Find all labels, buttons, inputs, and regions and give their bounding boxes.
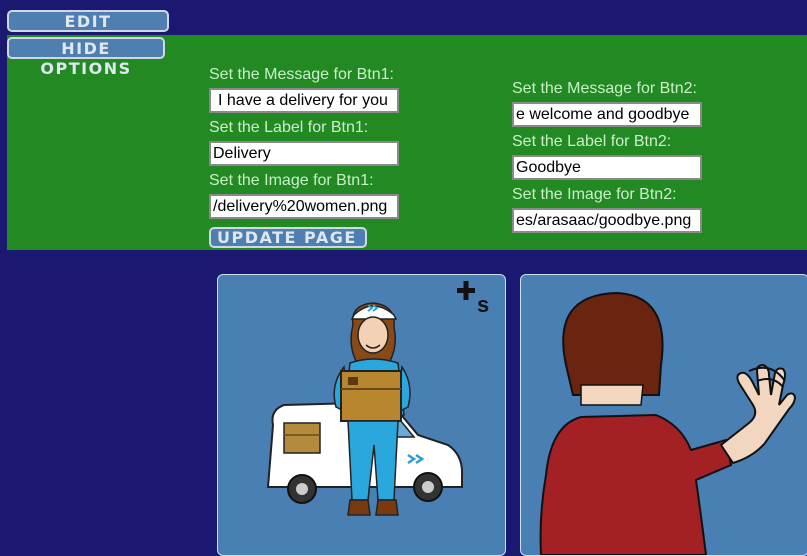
btn2-message-label: Set the Message for Btn2: — [512, 80, 697, 97]
btn1-message-label: Set the Message for Btn1: — [209, 66, 394, 83]
btn2-settings: Set the Message for Btn2: e welcome and … — [512, 80, 702, 239]
btn2-label-input[interactable]: Goodbye — [512, 155, 702, 180]
edit-buttons-button[interactable]: EDIT BUTTONS — [7, 10, 169, 51]
btn1-message-input[interactable]: I have a delivery for you — [209, 88, 399, 113]
btn2-message-input[interactable]: e welcome and goodbye — [512, 102, 702, 127]
btn1-image-value: /delivery%20women.png — [213, 198, 388, 215]
btn2-image-value: es/arasaac/goodbye.png — [516, 212, 692, 229]
btn2-label-label: Set the Label for Btn2: — [512, 133, 672, 150]
delivery-woman-icon: s — [266, 281, 489, 516]
svg-text:s: s — [477, 292, 489, 317]
btn1-label-label: Set the Label for Btn1: — [209, 119, 369, 136]
btn1-label-input[interactable]: Delivery — [209, 141, 399, 166]
btn2-image-input[interactable]: es/arasaac/goodbye.png — [512, 208, 702, 233]
plural-badge-icon: s — [457, 281, 489, 317]
btn2-message-value: e welcome and goodbye — [516, 106, 690, 123]
waving-goodbye-icon — [539, 291, 797, 555]
btn1-image-input[interactable]: /delivery%20women.png — [209, 194, 399, 219]
btn1-settings: Set the Message for Btn1: I have a deliv… — [209, 66, 399, 225]
hide-options-button[interactable]: HIDE OPTIONS — [7, 37, 165, 78]
btn1-image-label: Set the Image for Btn1: — [209, 172, 374, 189]
btn2-image-label: Set the Image for Btn2: — [512, 186, 677, 203]
delivery-card-button[interactable]: s — [217, 274, 506, 556]
goodbye-card-button[interactable] — [520, 274, 807, 556]
update-page-button[interactable]: UPDATE PAGE — [209, 227, 367, 248]
